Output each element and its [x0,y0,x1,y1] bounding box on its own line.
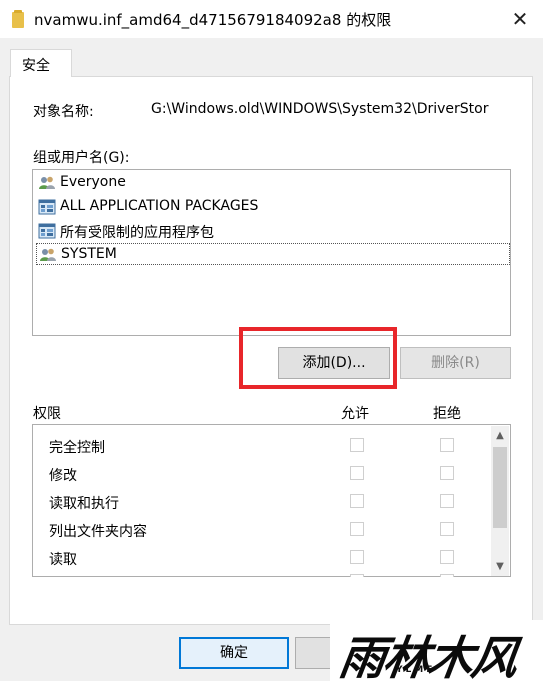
watermark-logo-text: 雨林木风 [335,631,520,685]
folder-icon [12,10,24,28]
list-item-restricted-app-packages[interactable]: 所有受限制的应用程序包 [38,220,509,242]
groups-label: 组或用户名(G): [33,150,130,166]
list-item-everyone[interactable]: Everyone [38,172,509,194]
list-item-system[interactable]: SYSTEM [36,243,510,265]
tab-security-label: 安全 [22,58,50,74]
watermark-logo-subtext: YLMF [396,665,436,675]
scrollbar-thumb[interactable] [493,447,507,528]
close-button[interactable]: ✕ [508,8,532,30]
users-icon [40,248,56,261]
ok-button[interactable]: 确定 [179,637,289,669]
deny-column-header: 拒绝 [433,406,461,422]
deny-checkbox[interactable] [440,522,454,536]
permissions-label: 权限 [33,406,61,422]
deny-checkbox[interactable] [440,494,454,508]
allow-checkbox[interactable] [350,438,364,452]
object-name-value: G:\Windows.old\WINDOWS\System32\DriverSt… [151,101,489,117]
window-title: nvamwu.inf_amd64_d4715679184092a8 的权限 [34,11,392,29]
allow-checkbox[interactable] [350,522,364,536]
allow-checkbox [350,574,364,577]
list-item-label: SYSTEM [61,246,117,262]
app-packages-icon [38,223,56,239]
permission-label: 读取 [49,552,77,568]
deny-checkbox[interactable] [440,438,454,452]
users-icon [39,176,55,189]
app-packages-icon [38,199,56,215]
scroll-up-icon[interactable]: ▲ [491,430,509,441]
list-item-all-application-packages[interactable]: ALL APPLICATION PACKAGES [38,196,509,218]
allow-checkbox[interactable] [350,466,364,480]
allow-checkbox[interactable] [350,550,364,564]
permission-label: 读取和执行 [49,496,119,512]
permission-label: 修改 [49,468,77,484]
allow-checkbox[interactable] [350,494,364,508]
list-item-label: Everyone [60,174,126,190]
object-name-label: 对象名称: [33,104,94,120]
list-item-label: ALL APPLICATION PACKAGES [60,198,259,214]
scroll-down-icon[interactable]: ▼ [491,561,509,572]
list-item-label: 所有受限制的应用程序包 [60,225,214,241]
permission-label: 完全控制 [49,440,105,456]
permission-label: 列出文件夹内容 [49,524,147,540]
allow-column-header: 允许 [341,406,369,422]
annotation-highlight-box [239,327,397,389]
remove-button[interactable]: 删除(R) [400,347,511,379]
deny-checkbox[interactable] [440,550,454,564]
deny-checkbox[interactable] [440,466,454,480]
deny-checkbox [440,574,454,577]
